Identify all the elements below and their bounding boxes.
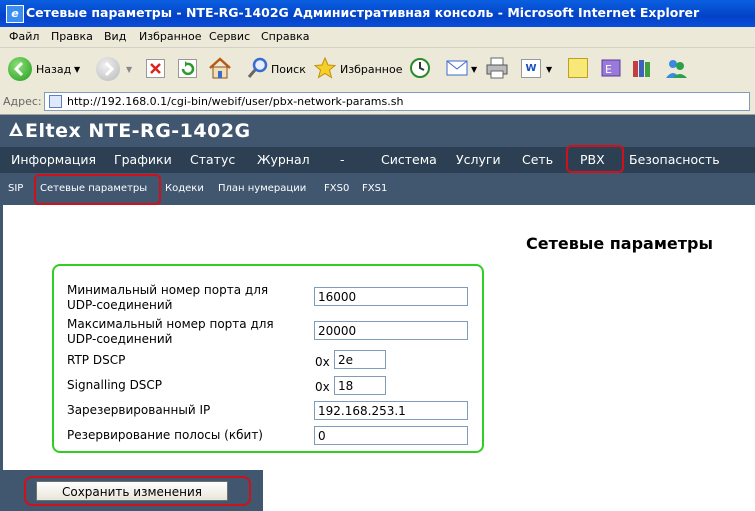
reserved-ip-label: Зарезервированный IP (67, 403, 211, 417)
address-label: Адрес: (3, 95, 42, 108)
forward-dropdown-icon[interactable]: ▼ (126, 65, 132, 74)
brand-header: Eltex NTE-RG-1402G (0, 115, 755, 147)
address-bar: Адрес: http://192.168.0.1/cgi-bin/webif/… (0, 90, 755, 115)
mail-icon[interactable] (446, 58, 472, 78)
rtp-dscp-prefix: 0x (315, 355, 330, 369)
nav-network[interactable]: Сеть (522, 152, 553, 167)
subnav-sip[interactable]: SIP (8, 183, 23, 194)
nav-services[interactable]: Услуги (456, 152, 501, 167)
subnav-highlight (34, 174, 161, 205)
max-port-label-line1: Максимальный номер порта для (67, 317, 274, 331)
svg-text:E: E (605, 63, 612, 76)
menu-tools[interactable]: Сервис (209, 30, 250, 43)
back-dropdown-icon[interactable]: ▼ (74, 65, 80, 74)
stop-icon[interactable] (146, 59, 165, 78)
back-icon[interactable] (8, 57, 32, 81)
window-titlebar: e Сетевые параметры - NTE-RG-1402G Админ… (0, 0, 755, 27)
signalling-dscp-label: Signalling DSCP (67, 378, 163, 392)
research-icon[interactable] (631, 57, 653, 79)
menu-favorites[interactable]: Избранное (139, 30, 201, 43)
ie-icon: e (6, 5, 24, 23)
search-label[interactable]: Поиск (271, 63, 306, 76)
rtp-dscp-label: RTP DSCP (67, 353, 126, 367)
menu-file[interactable]: Файл (9, 30, 39, 43)
history-icon[interactable] (408, 56, 432, 80)
edit-word-icon[interactable]: W (521, 59, 541, 78)
signalling-dscp-prefix: 0x (315, 380, 330, 394)
nav-security[interactable]: Безопасность (629, 152, 720, 167)
subnav-fxs1[interactable]: FXS1 (362, 183, 387, 194)
mail-dropdown-icon[interactable]: ▼ (471, 65, 477, 74)
search-icon[interactable] (246, 56, 270, 80)
window-title: Сетевые параметры - NTE-RG-1402G Админис… (26, 5, 700, 20)
subnav-fxs0[interactable]: FXS0 (324, 183, 349, 194)
address-field[interactable]: http://192.168.0.1/cgi-bin/webif/user/pb… (44, 92, 750, 111)
favorites-label[interactable]: Избранное (340, 63, 402, 76)
max-port-label-line2: UDP-соединений (67, 332, 173, 346)
back-label[interactable]: Назад (36, 63, 71, 76)
toolbar: Назад ▼ ▼ Поиск Избранное ▼ W ▼ E (0, 48, 755, 91)
main-nav: Информация Графики Статус Журнал - Систе… (0, 147, 755, 173)
bandwidth-input[interactable] (314, 426, 468, 445)
messenger-icon[interactable]: E (600, 57, 622, 79)
edit-dropdown-icon[interactable]: ▼ (546, 65, 552, 74)
brand-name: Eltex NTE-RG-1402G (25, 120, 251, 142)
pbx-highlight (566, 145, 624, 173)
nav-status[interactable]: Статус (190, 152, 235, 167)
print-icon[interactable] (485, 57, 509, 79)
page-title: Сетевые параметры (526, 234, 713, 253)
nav-separator: - (340, 152, 345, 167)
min-port-label-line2: UDP-соединений (67, 298, 173, 312)
address-url[interactable]: http://192.168.0.1/cgi-bin/webif/user/pb… (67, 95, 403, 108)
menu-edit[interactable]: Правка (51, 30, 93, 43)
menu-help[interactable]: Справка (261, 30, 309, 43)
menubar: Файл Правка Вид Избранное Сервис Справка (0, 27, 755, 48)
nav-log[interactable]: Журнал (257, 152, 310, 167)
min-port-input[interactable] (314, 287, 468, 306)
contacts-icon[interactable] (664, 56, 688, 80)
nav-info[interactable]: Информация (11, 152, 96, 167)
rtp-dscp-input[interactable] (334, 350, 386, 369)
max-port-input[interactable] (314, 321, 468, 340)
content-left-border (0, 205, 3, 477)
eltex-logo-icon (8, 121, 24, 139)
nav-graphs[interactable]: Графики (114, 152, 172, 167)
home-icon[interactable] (208, 57, 232, 79)
favorites-icon[interactable] (313, 56, 337, 80)
menu-view[interactable]: Вид (104, 30, 126, 43)
nav-system[interactable]: Система (381, 152, 437, 167)
min-port-label-line1: Минимальный номер порта для (67, 283, 269, 297)
refresh-icon[interactable] (178, 59, 197, 78)
save-highlight (24, 476, 251, 506)
forward-icon[interactable] (96, 57, 120, 81)
subnav-codecs[interactable]: Кодеки (165, 183, 204, 194)
signalling-dscp-input[interactable] (334, 376, 386, 395)
bandwidth-label: Резервирование полосы (кбит) (67, 428, 263, 442)
discuss-icon[interactable] (568, 58, 588, 78)
reserved-ip-input[interactable] (314, 401, 468, 420)
page-icon (49, 95, 62, 108)
subnav-dialplan[interactable]: План нумерации (218, 183, 306, 194)
